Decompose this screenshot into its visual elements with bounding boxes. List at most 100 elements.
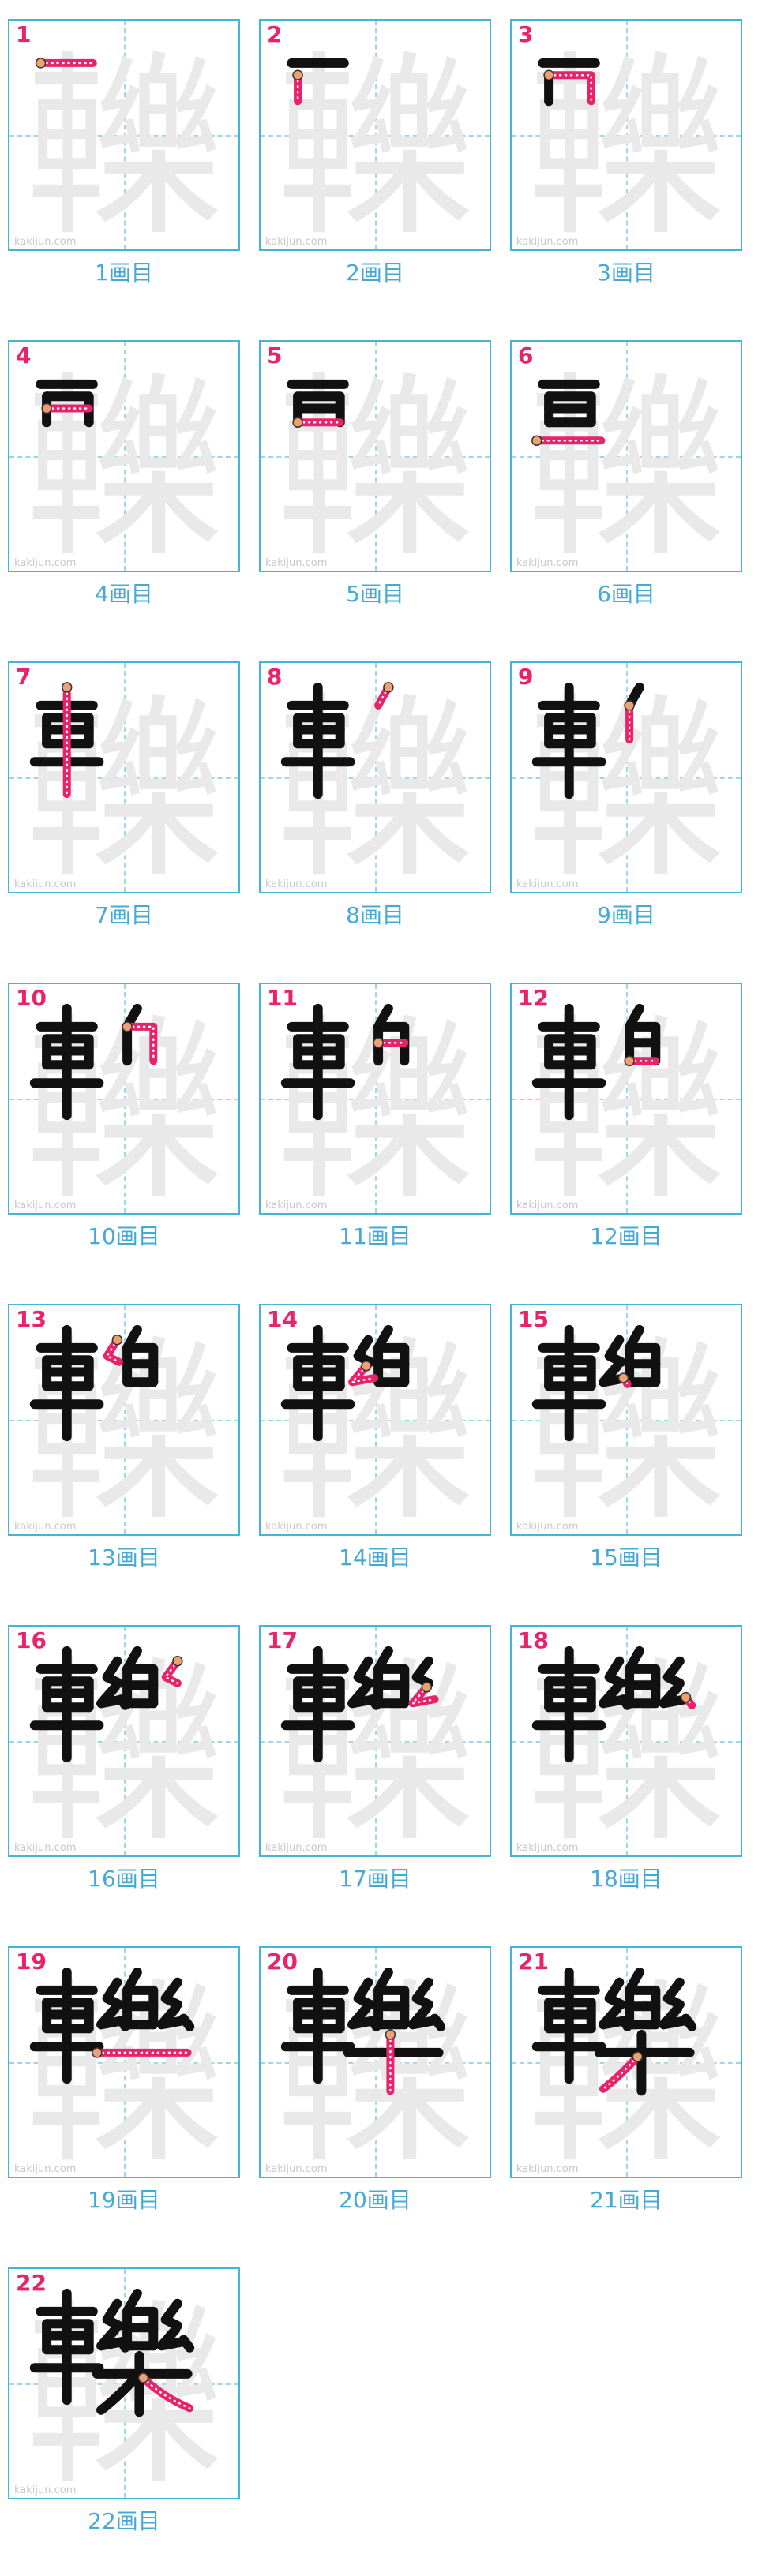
stroke-step-box: 轢 1 kakijun.com [8,19,240,251]
stroke-step-cell: 轢 5 kakijun.com 5画目 [251,321,491,621]
stroke-drawing: 轢 [276,1960,474,2177]
stroke-caption: 4画目 [95,581,153,607]
stroke-step-cell: 轢 4 kakijun.com 4画目 [0,321,240,621]
stroke-step-cell: 轢 11 kakijun.com 11画目 [251,964,491,1264]
stroke-drawing: 轢 [276,354,474,571]
stroke-step-cell: 轢 8 kakijun.com 8画目 [251,642,491,942]
stroke-step-box: 轢 7 kakijun.com [8,661,240,893]
stroke-drawing: 轢 [527,1639,725,1855]
stroke-start-dot [385,2029,396,2040]
stroke-step-box: 轢 21 kakijun.com [510,1946,742,2178]
stroke-number: 2 [267,21,283,47]
stroke-number: 11 [267,985,298,1011]
stroke-step-cell: 轢 6 kakijun.com 6画目 [502,321,742,621]
stroke-step-box: 轢 19 kakijun.com [8,1946,240,2178]
watermark: kakijun.com [14,2163,77,2175]
stroke-number: 14 [267,1306,298,1332]
stroke-caption: 9画目 [597,902,655,928]
stroke-step-cell: 轢 21 kakijun.com 21画目 [502,1927,742,2227]
previous-stroke [116,2337,130,2353]
stroke-caption: 11画目 [339,1223,411,1249]
stroke-number: 22 [16,2270,47,2296]
stroke-caption: 13画目 [88,1544,160,1571]
stroke-caption: 17画目 [339,1866,411,1892]
stroke-step-box: 轢 17 kakijun.com [259,1625,491,1857]
stroke-start-dot [624,1055,635,1067]
stroke-caption: 16画目 [88,1866,160,1892]
stroke-step-box: 轢 15 kakijun.com [510,1304,742,1536]
stroke-step-box: 轢 14 kakijun.com [259,1304,491,1536]
stroke-order-grid: 轢 1 kakijun.com 1画目轢 2 kakijun.com 2画目轢 3 kakiju… [0,0,758,2576]
stroke-step-box: 轢 22 kakijun.com [8,2267,240,2499]
stroke-start-dot [292,69,303,80]
stroke-step-cell: 轢 9 kakijun.com 9画目 [502,642,742,942]
stroke-start-dot [172,1655,183,1667]
previous-stroke [681,2013,697,2031]
stroke-caption: 10画目 [88,1223,160,1249]
stroke-step-box: 轢 8 kakijun.com [259,661,491,893]
stroke-number: 12 [518,985,549,1011]
stroke-drawing: 轢 [25,997,223,1213]
watermark: kakijun.com [516,1200,579,1211]
stroke-step-box: 轢 10 kakijun.com [8,983,240,1215]
stroke-drawing: 轢 [527,997,725,1213]
stroke-step-cell: 轢 14 kakijun.com 14画目 [251,1285,491,1585]
stroke-caption: 21画目 [590,2187,662,2213]
previous-stroke [618,1694,632,1710]
stroke-step-cell: 轢 17 kakijun.com 17画目 [251,1606,491,1906]
stroke-step-box: 轢 3 kakijun.com [510,19,742,251]
stroke-step-cell: 轢 2 kakijun.com 2画目 [251,0,491,300]
stroke-drawing: 轢 [276,1318,474,1534]
stroke-drawing: 轢 [276,676,474,892]
watermark: kakijun.com [14,2484,77,2496]
stroke-number: 1 [16,21,32,47]
stroke-step-box: 轢 12 kakijun.com [510,983,742,1215]
stroke-step-box: 轢 16 kakijun.com [8,1625,240,1857]
stroke-start-dot [421,1682,433,1693]
stroke-caption: 19画目 [88,2187,160,2213]
stroke-number: 21 [518,1949,549,1975]
stroke-drawing: 轢 [25,33,223,249]
stroke-caption: 3画目 [597,260,655,286]
stroke-start-dot [383,682,394,693]
stroke-step-cell: 轢 20 kakijun.com 20画目 [251,1927,491,2227]
stroke-step-box: 轢 4 kakijun.com [8,340,240,572]
stroke-drawing: 轢 [527,354,725,571]
stroke-number: 8 [267,664,283,690]
stroke-step-cell: 轢 19 kakijun.com 19画目 [0,1927,240,2227]
stroke-caption: 15画目 [590,1544,662,1571]
previous-stroke [116,1694,130,1710]
previous-stroke [367,2016,381,2031]
stroke-number: 18 [518,1627,549,1653]
watermark: kakijun.com [516,2163,579,2175]
stroke-start-dot [543,69,554,80]
stroke-step-cell: 轢 13 kakijun.com 13画目 [0,1285,240,1585]
stroke-start-dot [624,700,635,711]
watermark: kakijun.com [516,557,579,569]
stroke-step-cell: 轢 1 kakijun.com 1画目 [0,0,240,300]
stroke-step-cell: 轢 3 kakijun.com 3画目 [502,0,742,300]
stroke-start-dot [122,1021,133,1032]
watermark: kakijun.com [516,1842,579,1854]
stroke-step-box: 轢 18 kakijun.com [510,1625,742,1857]
stroke-number: 3 [518,21,534,47]
watermark: kakijun.com [265,557,328,569]
stroke-step-box: 轢 9 kakijun.com [510,661,742,893]
stroke-start-dot [292,417,303,429]
watermark: kakijun.com [14,557,77,569]
stroke-drawing: 轢 [276,1639,474,1855]
stroke-drawing: 轢 [25,2282,223,2498]
stroke-drawing: 轢 [276,33,474,249]
stroke-step-cell: 轢 22 kakijun.com 22画目 [0,2248,240,2548]
stroke-start-dot [61,682,73,693]
watermark: kakijun.com [14,878,77,890]
stroke-caption: 2画目 [346,260,404,286]
stroke-step-box: 轢 2 kakijun.com [259,19,491,251]
stroke-start-dot [92,2047,103,2058]
previous-stroke [367,1694,381,1710]
watermark: kakijun.com [265,1521,328,1533]
stroke-number: 15 [518,1306,549,1332]
stroke-drawing: 轢 [527,1960,725,2177]
previous-stroke [116,2016,130,2031]
stroke-number: 7 [16,664,32,690]
